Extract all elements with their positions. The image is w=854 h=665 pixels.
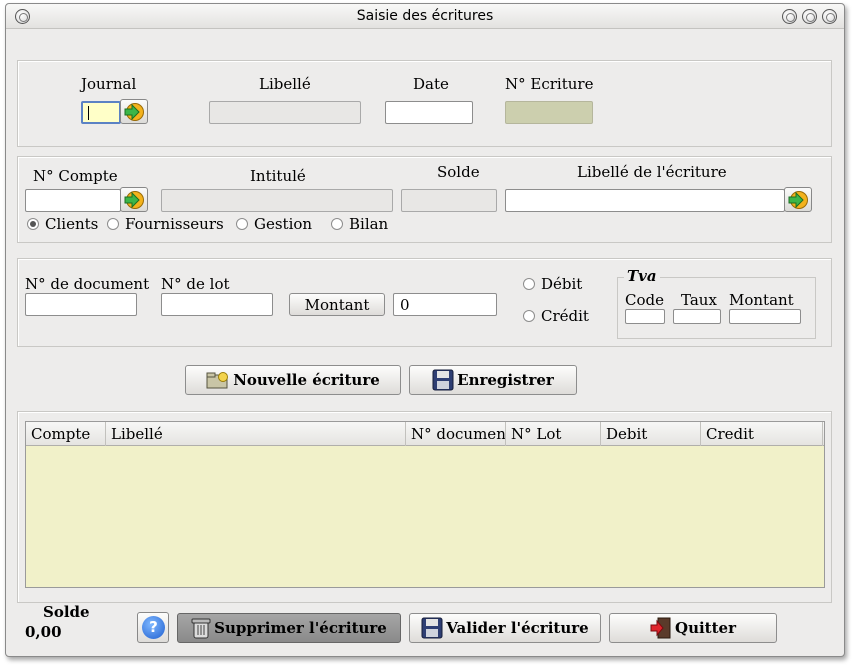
save-button[interactable]: Enregistrer (409, 365, 577, 395)
solde-field (401, 189, 497, 212)
col-lot[interactable]: N° Lot (506, 422, 601, 446)
intitule-label: Intitulé (250, 167, 306, 185)
close-button[interactable] (822, 9, 837, 24)
minimize-button[interactable] (782, 9, 797, 24)
arrow-right-icon (124, 103, 144, 121)
trash-icon (191, 618, 211, 639)
solde-label: Solde (437, 163, 480, 181)
table-header: Compte Libellé N° document N° Lot Debit … (26, 422, 824, 446)
lot-label: N° de lot (161, 275, 230, 293)
radio-debit[interactable]: Débit (523, 275, 582, 293)
col-credit[interactable]: Credit (701, 422, 823, 446)
tva-legend: Tva (624, 267, 660, 285)
radio-circle (523, 310, 535, 322)
document-label: N° de document (25, 275, 150, 293)
title-bar[interactable]: Saisie des écritures (6, 4, 844, 29)
radio-bilan[interactable]: Bilan (331, 215, 388, 233)
document-input[interactable] (25, 293, 137, 316)
radio-circle (27, 218, 39, 230)
lot-input[interactable] (161, 293, 273, 316)
tva-montant-label: Montant (729, 291, 794, 309)
radio-circle (107, 218, 119, 230)
tva-code-input[interactable] (625, 309, 665, 324)
compte-label: N° Compte (33, 167, 118, 185)
help-icon[interactable] (137, 612, 169, 643)
montant-input[interactable]: 0 (393, 293, 497, 316)
entries-table[interactable]: Compte Libellé N° document N° Lot Debit … (25, 421, 825, 588)
arrow-right-icon (788, 191, 808, 209)
col-libelle[interactable]: Libellé (106, 422, 406, 446)
footer-solde-label: Solde (43, 603, 90, 621)
floppy-icon (421, 617, 443, 639)
libelle-go-button[interactable] (784, 187, 812, 212)
new-folder-icon (206, 372, 229, 389)
arrow-right-icon (124, 191, 144, 209)
ecriture-label: N° Ecriture (505, 75, 594, 93)
validate-entry-button[interactable]: Valider l'écriture (409, 613, 601, 643)
compte-input[interactable] (25, 189, 121, 212)
new-entry-button[interactable]: Nouvelle écriture (185, 365, 401, 395)
maximize-button[interactable] (802, 9, 817, 24)
libelle-field (209, 101, 361, 124)
col-debit[interactable]: Debit (601, 422, 701, 446)
tva-code-label: Code (625, 291, 664, 309)
tva-taux-input[interactable] (673, 309, 721, 324)
col-compte[interactable]: Compte (26, 422, 106, 446)
quit-button[interactable]: Quitter (609, 613, 777, 643)
ecriture-number-field (505, 101, 593, 124)
libelle-ecriture-input[interactable] (505, 189, 785, 212)
radio-fournisseurs[interactable]: Fournisseurs (107, 215, 224, 233)
radio-clients[interactable]: Clients (27, 215, 98, 233)
date-input[interactable] (385, 101, 473, 124)
tva-taux-label: Taux (681, 291, 717, 309)
journal-input[interactable] (81, 101, 121, 124)
intitule-field (161, 189, 393, 212)
compte-go-button[interactable] (120, 187, 148, 212)
radio-circle (523, 278, 535, 290)
montant-button[interactable]: Montant (289, 293, 385, 316)
journal-label: Journal (81, 75, 137, 93)
date-label: Date (413, 75, 449, 93)
radio-credit[interactable]: Crédit (523, 307, 589, 325)
journal-go-button[interactable] (120, 99, 148, 124)
floppy-icon (432, 369, 454, 391)
window-title: Saisie des écritures (356, 8, 494, 24)
libelle-label: Libellé (259, 75, 311, 93)
exit-door-icon (650, 617, 671, 639)
libelle-ecriture-label: Libellé de l'écriture (577, 163, 727, 181)
radio-gestion[interactable]: Gestion (236, 215, 312, 233)
radio-circle (331, 218, 343, 230)
footer-solde-value: 0,00 (25, 623, 62, 641)
tva-montant-input[interactable] (729, 309, 801, 324)
radio-circle (236, 218, 248, 230)
delete-entry-button[interactable]: Supprimer l'écriture (177, 613, 401, 643)
col-document[interactable]: N° document (406, 422, 506, 446)
